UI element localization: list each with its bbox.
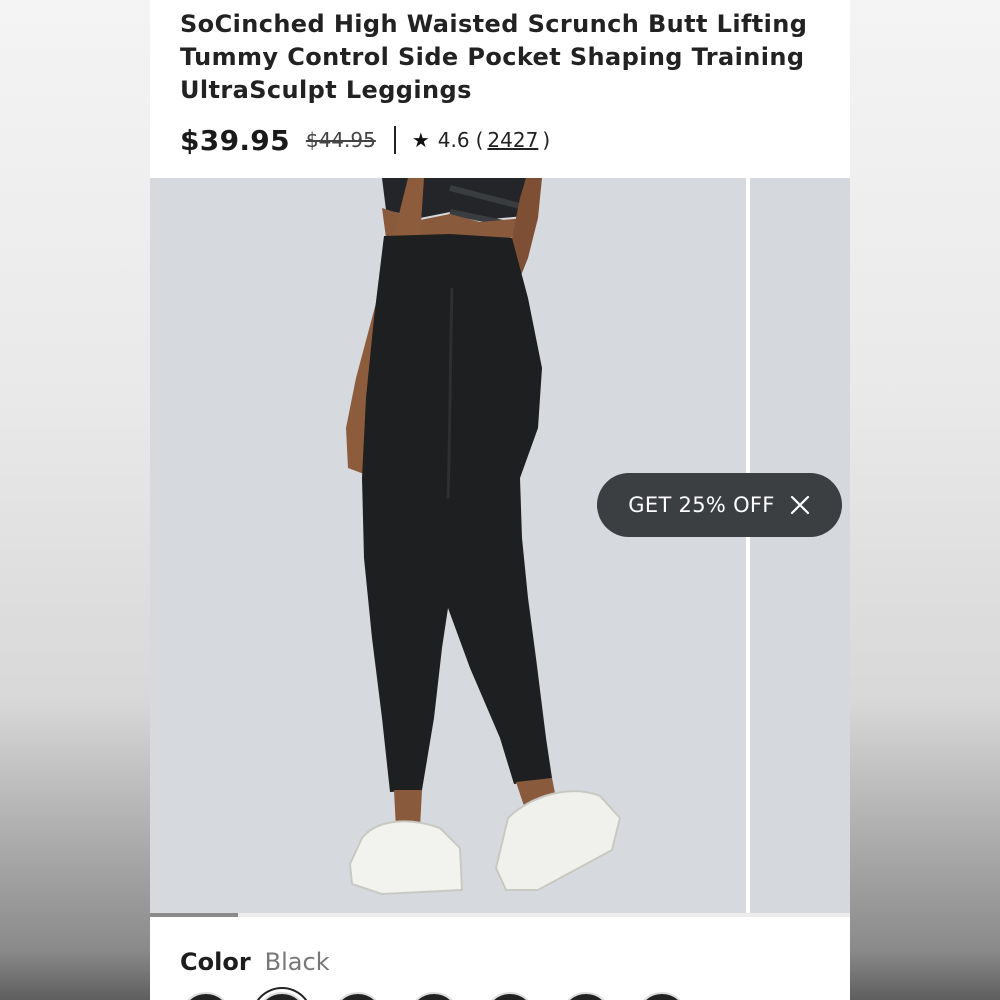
price-row: $39.95 $44.95 ★ 4.6 ( 2427 ) — [180, 122, 550, 158]
backdrop-right — [850, 0, 1000, 1000]
color-swatch-selected[interactable] — [256, 992, 308, 1000]
leggings-product-photo — [150, 178, 746, 916]
backdrop-left — [0, 0, 150, 1000]
product-title: SoCinched High Waisted Scrunch Butt Lift… — [180, 10, 808, 104]
gallery-progress — [150, 913, 850, 917]
color-label: Color — [180, 948, 251, 976]
product-page: SoCinched High Waisted Scrunch Butt Lift… — [150, 0, 850, 1000]
original-price: $44.95 — [305, 128, 376, 152]
promo-pill[interactable]: GET 25% OFF — [597, 473, 842, 537]
rating-value: 4.6 — [437, 128, 470, 152]
next-product-image[interactable] — [750, 178, 850, 916]
color-swatch[interactable] — [636, 992, 688, 1000]
color-swatch[interactable] — [180, 992, 232, 1000]
review-paren-close: ) — [542, 128, 551, 152]
promo-label: GET 25% OFF — [628, 493, 775, 517]
close-icon[interactable] — [789, 494, 811, 516]
gallery-progress-fill — [150, 913, 238, 917]
color-swatches — [180, 992, 688, 1000]
selected-color-value: Black — [264, 948, 330, 976]
star-icon: ★ — [411, 128, 430, 152]
image-gallery[interactable] — [150, 178, 850, 917]
price-divider — [393, 126, 396, 154]
color-selector-header: Color Black — [180, 948, 330, 976]
product-image[interactable] — [150, 178, 746, 916]
current-price: $39.95 — [180, 123, 290, 157]
color-swatch[interactable] — [408, 992, 460, 1000]
color-swatch[interactable] — [484, 992, 536, 1000]
color-swatch[interactable] — [560, 992, 612, 1000]
color-swatch[interactable] — [332, 992, 384, 1000]
review-paren-open: ( — [475, 128, 484, 152]
review-count-link[interactable]: 2427 — [487, 128, 538, 152]
